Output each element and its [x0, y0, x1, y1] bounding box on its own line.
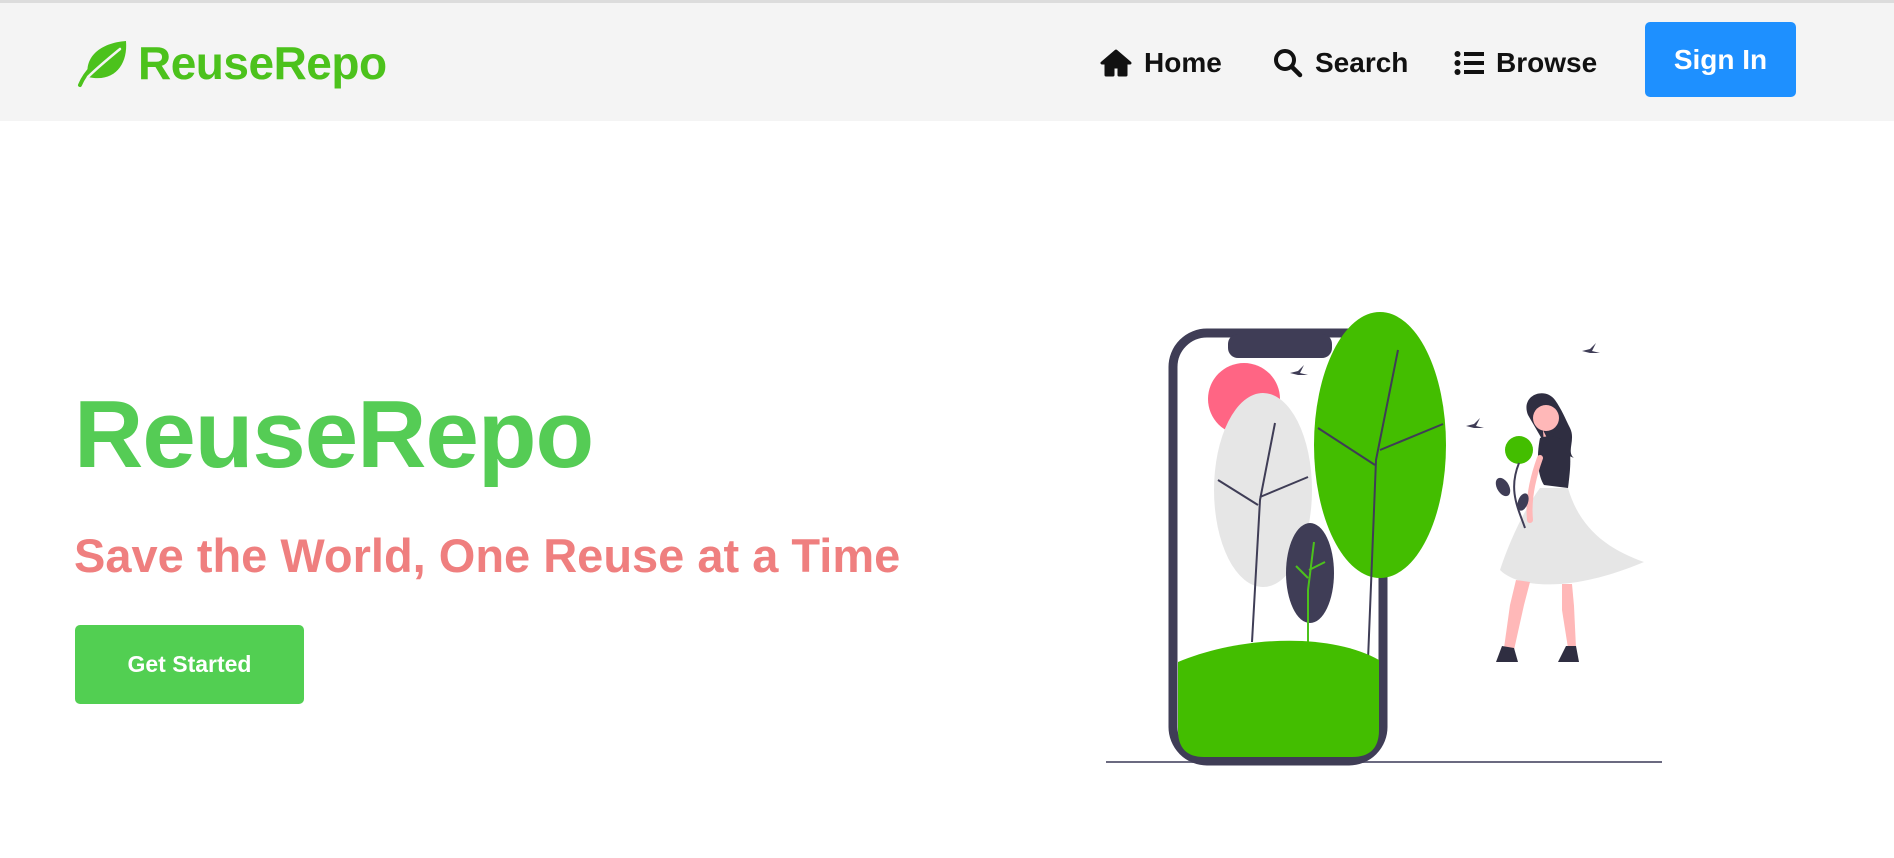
sign-in-button[interactable]: Sign In	[1645, 22, 1796, 97]
leaf-icon	[78, 41, 127, 87]
nav-search[interactable]: Search	[1273, 39, 1408, 87]
get-started-button[interactable]: Get Started	[75, 625, 304, 704]
hero-subtitle: Save the World, One Reuse at a Time	[74, 529, 901, 582]
brand-name: ReuseRepo	[138, 37, 387, 89]
list-icon	[1454, 51, 1484, 75]
nav-home[interactable]: Home	[1100, 39, 1222, 87]
nav-browse-label: Browse	[1496, 47, 1598, 78]
nav-search-label: Search	[1315, 47, 1409, 78]
search-icon	[1274, 49, 1303, 78]
nav-browse[interactable]: Browse	[1454, 39, 1597, 87]
brand-logo-link[interactable]: ReuseRepo	[74, 33, 387, 93]
hero-illustration	[1106, 312, 1662, 766]
nav-home-label: Home	[1144, 47, 1222, 78]
hero-title: ReuseRepo	[74, 381, 594, 488]
navbar: ReuseRepo Home Search Browse Sign In	[0, 3, 1894, 121]
home-icon	[1100, 49, 1132, 77]
